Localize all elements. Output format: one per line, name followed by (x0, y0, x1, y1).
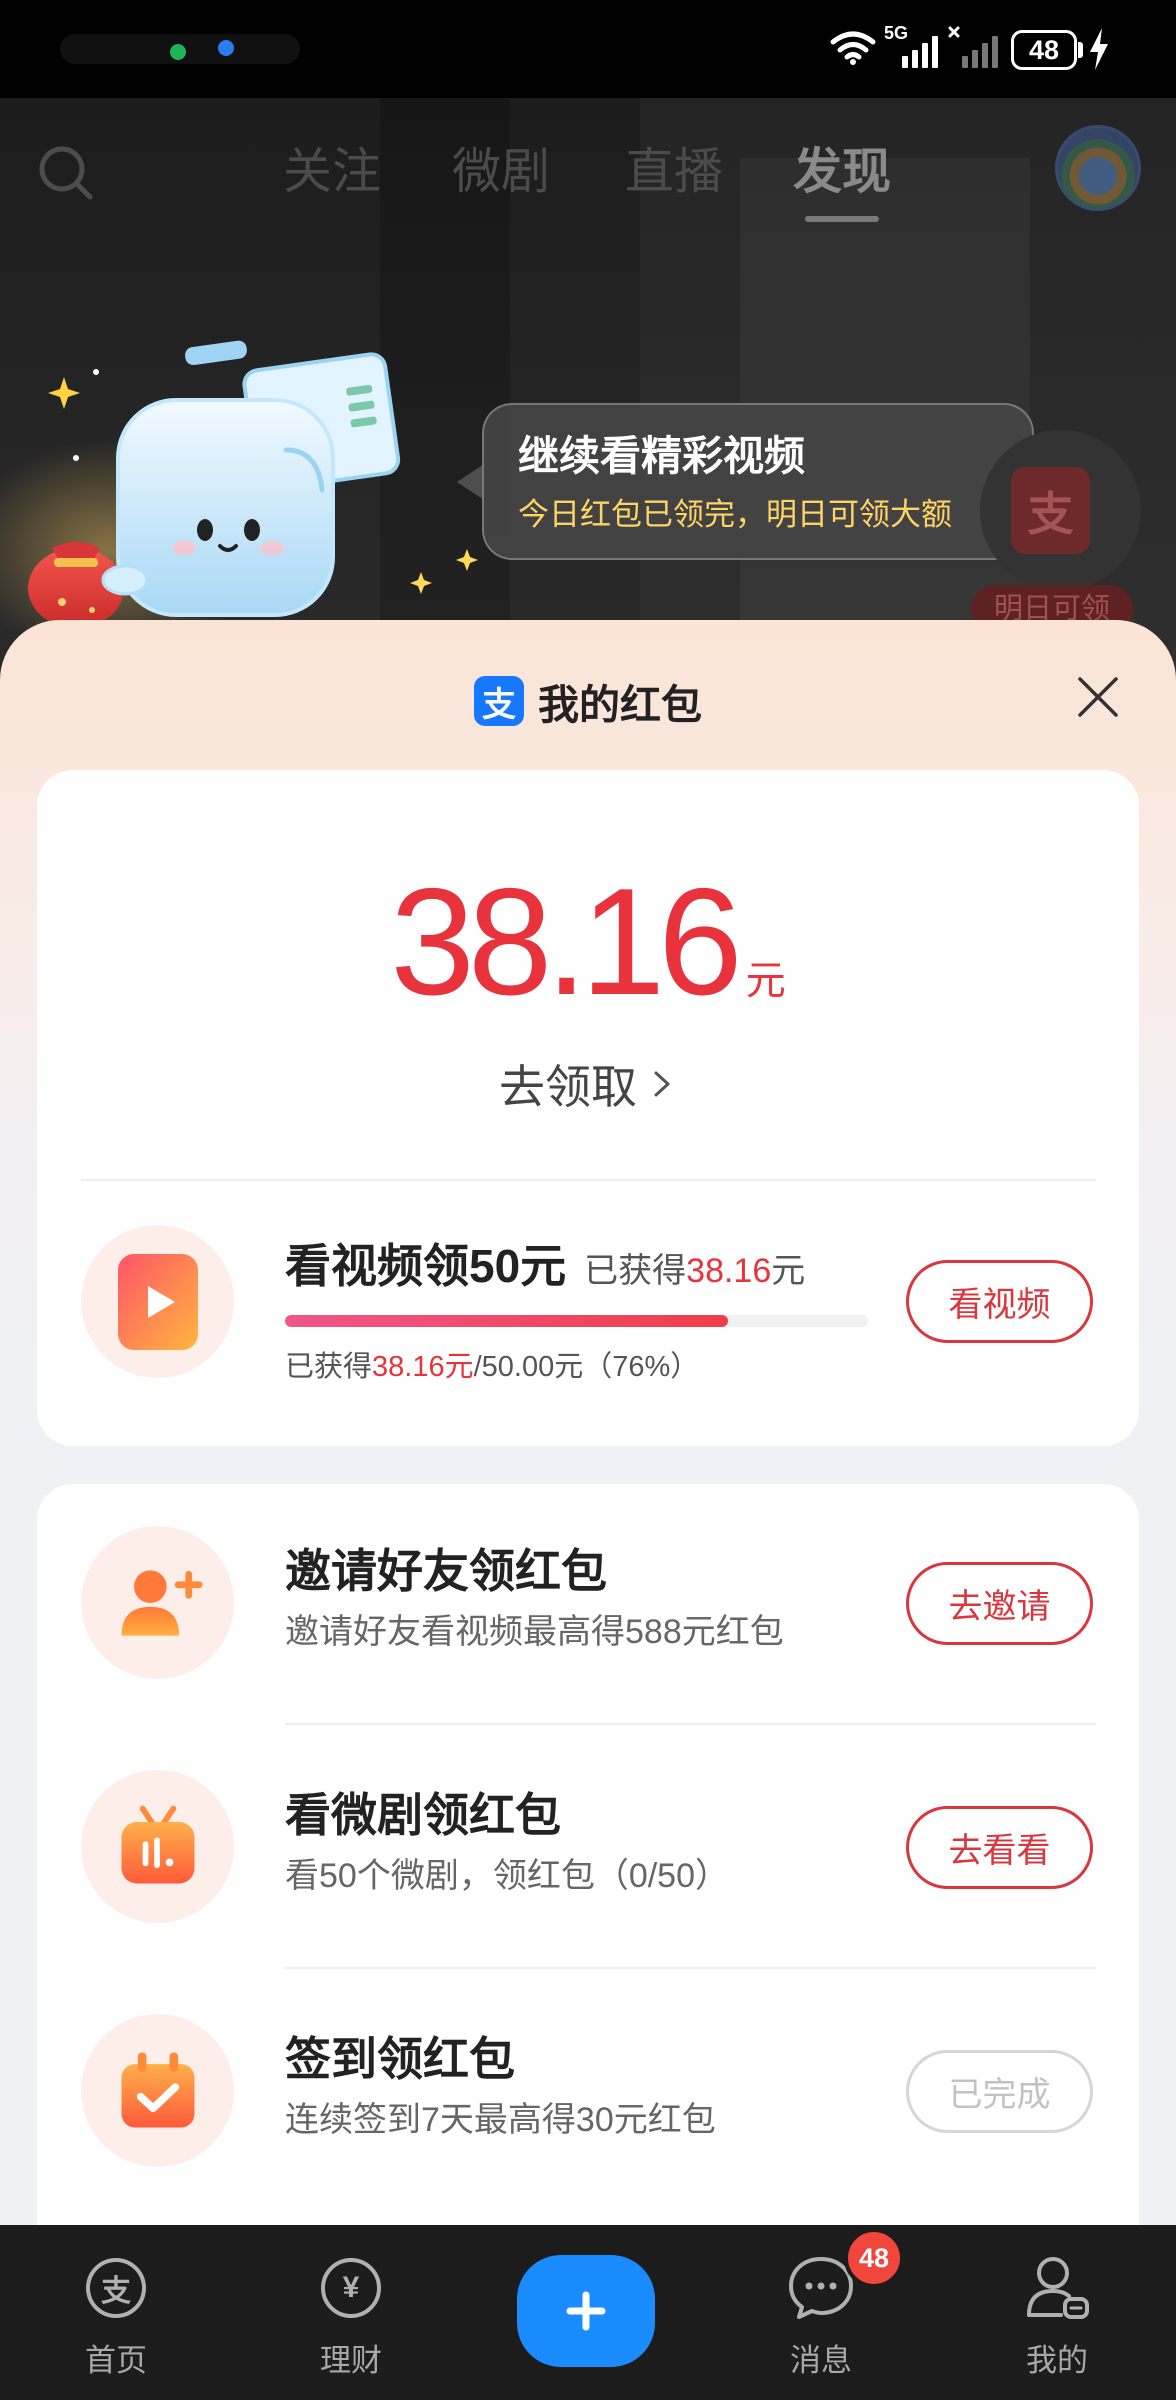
charging-bolt-icon (1090, 28, 1108, 70)
task-title: 邀请好友领红包 (285, 1545, 607, 1597)
nav-tab-live[interactable]: 直播 (625, 146, 723, 198)
balance-card: 38.16 元 去领取 看视频领50元 已获得38.16元 已获得38.16元/… (37, 770, 1139, 1446)
balance-value: 38.16 (390, 857, 742, 1027)
tab-label: 我的 (1026, 2343, 1088, 2378)
claim-label: 去领取 (499, 1061, 637, 1113)
list-item: 看微剧领红包 看50个微剧，领红包（0/50） 去看看 (37, 1725, 1139, 1969)
profile-icon (1027, 2257, 1089, 2319)
video-progress-bar (285, 1315, 868, 1327)
claim-link[interactable]: 去领取 (37, 1057, 1139, 1113)
video-progress-fill (285, 1315, 729, 1327)
plus-icon (566, 2291, 606, 2331)
plus-button[interactable] (517, 2255, 655, 2367)
task-list: 邀请好友领红包 邀请好友看视频最高得588元红包 去邀请 看微剧领红包 看50个… (37, 1484, 1139, 2213)
wealth-icon: ¥ (321, 2258, 381, 2318)
task-subtitle: 看50个微剧，领红包（0/50） (285, 1857, 729, 1895)
bottom-tab-bar: 支 首页 ¥ 理财 消息 48 我的 (0, 2225, 1176, 2400)
divider (81, 1179, 1096, 1181)
nav-tab-follow[interactable]: 关注 (283, 146, 381, 198)
active-tab-indicator (805, 216, 879, 222)
list-item: 签到领红包 连续签到7天最高得30元红包 已完成 (37, 1969, 1139, 2213)
avatar[interactable] (1055, 125, 1141, 211)
tab-wealth[interactable]: ¥ 理财 (271, 2225, 431, 2400)
red-packet-sheet: 支 我的红包 38.16 元 去领取 看视频领50元 已获得38.16元 已获得… (0, 620, 1176, 2400)
invite-friend-icon (81, 1526, 234, 1679)
video-task-title: 看视频领50元 (285, 1240, 567, 1292)
calendar-check-icon (81, 2014, 234, 2167)
progress-rest: /50.00元（76%） (473, 1351, 700, 1383)
signal-icon (902, 36, 938, 68)
notification-dot-blue (218, 40, 234, 56)
play-icon (81, 1225, 234, 1378)
video-task-earned: 已获得38.16元 (584, 1252, 805, 1290)
progress-current: 38.16元 (372, 1351, 474, 1383)
invite-button[interactable]: 去邀请 (906, 1562, 1093, 1645)
message-badge: 48 (844, 2228, 904, 2288)
battery-nub (1078, 42, 1083, 58)
nav-tab-micro-drama[interactable]: 微剧 (452, 146, 550, 198)
close-icon[interactable] (1076, 675, 1120, 719)
sheet-title: 我的红包 (538, 682, 702, 728)
tab-label: 消息 (790, 2343, 852, 2378)
tab-label: 首页 (85, 2343, 147, 2378)
tab-profile[interactable]: 我的 (977, 2225, 1137, 2400)
sign-in-completed-button[interactable]: 已完成 (906, 2050, 1093, 2133)
chevron-right-icon (654, 1071, 670, 1097)
battery-indicator: 48 (1011, 30, 1077, 70)
alipay-logo-icon: 支 (474, 676, 524, 726)
tv-drama-icon (81, 1770, 234, 1923)
bubble-subtitle: 今日红包已领完，明日可领大额 (518, 497, 952, 532)
video-task-title-row: 看视频领50元 已获得38.16元 (285, 1238, 805, 1299)
wifi-icon (830, 31, 876, 65)
nav-tab-discover[interactable]: 发现 (793, 146, 891, 198)
earned-amount: 38.16 (686, 1252, 772, 1290)
task-subtitle: 邀请好友看视频最高得588元红包 (285, 1613, 784, 1651)
promo-bubble: 继续看精彩视频 今日红包已领完，明日可领大额 (482, 403, 1034, 560)
search-icon[interactable] (36, 143, 96, 203)
sheet-header: 支 我的红包 (0, 675, 1176, 728)
tab-label: 理财 (320, 2343, 382, 2378)
bubble-tail (457, 464, 484, 500)
progress-prefix: 已获得 (285, 1351, 373, 1383)
alipay-home-icon: 支 (86, 2258, 146, 2318)
status-bar: 5G 48 (0, 0, 1176, 98)
task-title: 签到领红包 (285, 2033, 515, 2085)
side-widget-icon[interactable]: 支 (1011, 467, 1090, 554)
earned-unit: 元 (771, 1252, 806, 1290)
task-subtitle: 连续签到7天最高得30元红包 (285, 2101, 716, 2139)
earned-label: 已获得 (584, 1252, 687, 1290)
task-title: 看微剧领红包 (285, 1789, 561, 1841)
mascot-illustration (0, 340, 478, 630)
balance-unit: 元 (745, 959, 786, 1003)
bubble-title: 继续看精彩视频 (518, 433, 805, 479)
tab-home[interactable]: 支 首页 (36, 2225, 196, 2400)
balance-amount: 38.16 元 (37, 862, 1139, 1022)
notification-dot-green (170, 44, 186, 60)
no-signal-icon (948, 26, 998, 68)
video-progress-text: 已获得38.16元/50.00元（76%） (285, 1350, 699, 1384)
list-item: 邀请好友领红包 邀请好友看视频最高得588元红包 去邀请 (37, 1484, 1139, 1725)
watch-video-button[interactable]: 看视频 (906, 1260, 1093, 1343)
watch-drama-button[interactable]: 去看看 (906, 1806, 1093, 1889)
